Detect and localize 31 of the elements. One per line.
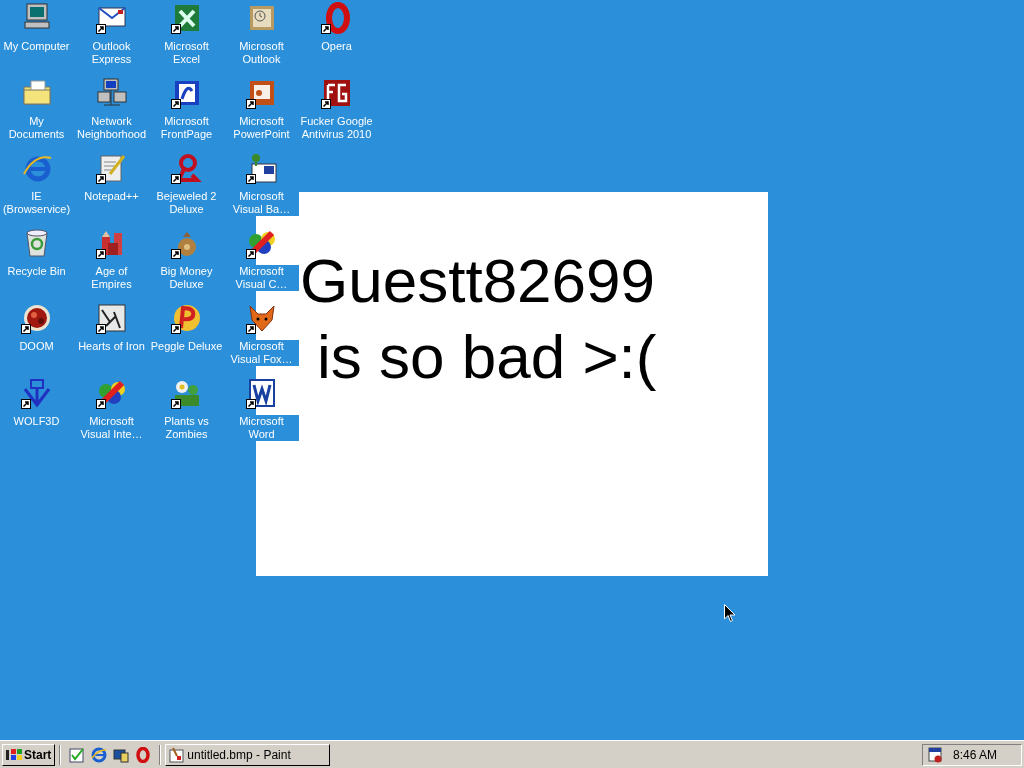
network-icon[interactable] xyxy=(95,77,128,109)
ring-icon[interactable] xyxy=(320,2,353,34)
image-text: is so bad >:( xyxy=(316,321,658,393)
icon-label[interactable]: DOOM xyxy=(18,340,55,353)
icon-label[interactable]: Peggle Deluxe xyxy=(149,340,224,353)
app-icon[interactable] xyxy=(320,77,353,109)
ball-icon[interactable] xyxy=(170,302,203,334)
icon-label[interactable]: WOLF3D xyxy=(12,415,61,428)
notepad-icon[interactable] xyxy=(95,152,128,184)
icon-label[interactable]: Fucker Google Antivirus 2010 xyxy=(299,115,374,141)
paint-icon xyxy=(169,746,186,763)
icon-label[interactable]: Hearts of Iron xyxy=(77,340,146,353)
game-icon[interactable] xyxy=(20,302,53,334)
icon-label[interactable]: My Computer xyxy=(2,40,71,53)
icon-label[interactable]: Notepad++ xyxy=(83,190,140,203)
desktop-icon[interactable] xyxy=(113,746,130,763)
sketch-icon[interactable] xyxy=(95,302,128,334)
emblem-icon[interactable] xyxy=(20,377,53,409)
windows-logo-icon xyxy=(6,747,22,762)
scheduler-icon[interactable] xyxy=(927,746,943,763)
start-button[interactable]: Start xyxy=(2,743,56,766)
gem-icon[interactable] xyxy=(170,152,203,184)
mouse-pointer-icon xyxy=(724,604,736,623)
icon-label[interactable]: Network Neighborhood xyxy=(74,115,149,141)
taskbar-button[interactable]: untitled.bmp - Paint xyxy=(165,743,331,766)
checklist-icon[interactable] xyxy=(69,746,86,763)
image-text: Guestt82699 xyxy=(300,245,657,317)
browser-icon[interactable] xyxy=(91,746,108,763)
icon-label[interactable]: Opera xyxy=(320,40,353,53)
word-icon[interactable] xyxy=(245,377,278,409)
icon-label[interactable]: Recycle Bin xyxy=(6,265,67,278)
